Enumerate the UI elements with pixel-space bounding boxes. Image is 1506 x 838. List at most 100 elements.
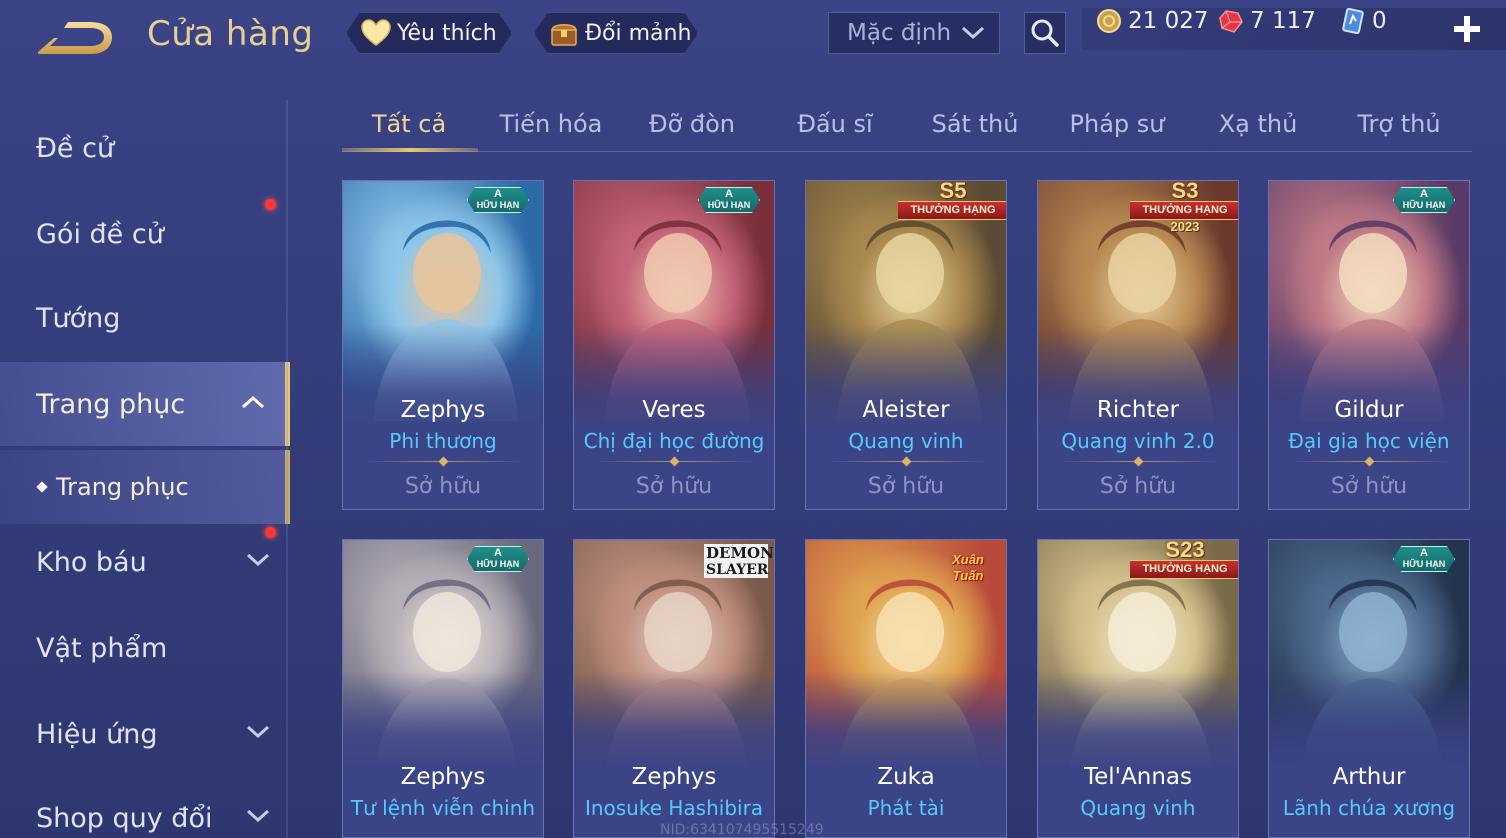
skin-badge: S3 THƯỞNG HẠNG 2023 [1130, 181, 1238, 234]
hero-name: Zephys [400, 397, 486, 423]
skin-badge: A HỮU HẠN [467, 546, 529, 572]
skin-card[interactable]: S3 THƯỞNG HẠNG 2023 Richter Quang vinh 2.0 Sở… [1037, 180, 1239, 510]
sidebar-divider [286, 100, 288, 838]
ruby-amount: 7 117 [1250, 8, 1316, 34]
skin-badge: A HỮU HẠN [1393, 546, 1455, 572]
skin-card[interactable]: A HỮU HẠN Veres Chị đại học đường Sở hữu [573, 180, 775, 510]
hero-name: Zephys [631, 764, 717, 790]
skin-name: Phi thương [389, 429, 497, 453]
sidebar-item-featured-bundles[interactable]: Gói đề cử [0, 192, 290, 276]
skin-name: Phát tài [867, 796, 945, 820]
tab-all[interactable]: Tất cả [340, 96, 478, 152]
badge-bottom-text: HỮU HẠN [476, 200, 520, 210]
voucher-amount: 0 [1372, 8, 1387, 34]
tab-fighter[interactable]: Đấu sĩ [774, 96, 896, 152]
page-title: Cửa hàng [147, 14, 314, 54]
skin-name: Đại gia học viện [1288, 429, 1450, 453]
tab-label: Pháp sư [1069, 110, 1165, 138]
ownership-status: Sở hữu [1099, 474, 1177, 499]
tab-support[interactable]: Trợ thủ [1340, 96, 1458, 152]
hero-name: Aleister [862, 397, 950, 423]
skin-badge: S5 THƯỞNG HẠNG [898, 181, 1006, 221]
treasure-chest-icon [549, 18, 579, 48]
ownership-status: Sở hữu [635, 474, 713, 499]
skin-name: Quang vinh [1080, 796, 1196, 820]
search-icon [1031, 19, 1059, 47]
skin-badge: Xuân Tuấn [936, 544, 1000, 588]
sidebar-item-skins[interactable]: Trang phục [0, 362, 290, 446]
skin-card[interactable]: DEMON SLAYER Zephys Inosuke Hashibira [573, 539, 775, 838]
badge-bottom-text: THƯỞNG HẠNG [898, 201, 1006, 220]
badge-top-text: S23 [1165, 539, 1205, 562]
tab-evolution[interactable]: Tiến hóa [488, 96, 614, 152]
skin-card[interactable]: Xuân Tuấn Zuka Phát tài [805, 539, 1007, 838]
skin-name: Inosuke Hashibira [584, 796, 764, 820]
voucher-balance: 0 [1340, 8, 1387, 34]
tab-mage[interactable]: Pháp sư [1054, 96, 1180, 152]
favorite-button[interactable]: Yêu thích [346, 12, 512, 54]
category-tabs: Tất cả Tiến hóa Đỡ đòn Đấu sĩ Sát thủ Ph… [340, 96, 1472, 154]
tab-label: Đấu sĩ [797, 110, 873, 138]
sidebar-item-effects[interactable]: Hiệu ứng [0, 692, 290, 776]
sidebar-item-featured[interactable]: Đề cử [0, 106, 290, 190]
favorite-label: Yêu thích [397, 20, 497, 46]
badge-year-text: 2023 [1170, 219, 1200, 234]
gold-amount: 21 027 [1128, 8, 1209, 34]
skin-badge: S23 THƯỞNG HẠNG [1130, 539, 1238, 580]
skin-card[interactable]: A HỮU HẠN Gildur Đại gia học viện Sở hữu [1268, 180, 1470, 510]
tab-marksman[interactable]: Xạ thủ [1202, 96, 1314, 152]
sort-dropdown[interactable]: Mặc định [828, 12, 1000, 54]
plus-icon[interactable] [1452, 14, 1482, 44]
skin-card[interactable]: A HỮU HẠN Zephys Tư lệnh viễn chinh [342, 539, 544, 838]
badge-bottom-text: HỮU HẠN [476, 559, 520, 569]
sidebar-item-label: Kho báu [36, 546, 147, 578]
badge-top-text: A [494, 547, 502, 559]
chevron-down-icon [961, 26, 985, 40]
tab-label: Đỡ đòn [648, 110, 736, 138]
sidebar-item-label: Trang phục [36, 388, 186, 420]
tab-tank[interactable]: Đỡ đòn [632, 96, 752, 152]
back-arrow-icon[interactable] [34, 18, 116, 60]
exchange-label: Đổi mảnh [585, 20, 692, 46]
tab-label: Trợ thủ [1357, 110, 1441, 138]
chevron-down-icon [246, 725, 270, 739]
ruby-balance: 7 117 [1218, 8, 1316, 34]
sidebar-item-treasure[interactable]: Kho báu [0, 520, 290, 604]
badge-bottom-text: SLAYER [704, 562, 769, 578]
badge-top-text: A [1420, 547, 1428, 559]
skin-card[interactable]: S5 THƯỞNG HẠNG Aleister Quang vinh Sở hữu [805, 180, 1007, 510]
sort-selected-value: Mặc định [847, 20, 952, 46]
skin-name: Quang vinh 2.0 [1061, 429, 1215, 453]
skin-name: Lãnh chúa xương [1282, 796, 1456, 820]
tab-assassin[interactable]: Sát thủ [914, 96, 1036, 152]
ruby-icon [1219, 10, 1243, 33]
voucher-icon [1342, 8, 1364, 34]
search-button[interactable] [1024, 12, 1066, 54]
exchange-shards-button[interactable]: Đổi mảnh [534, 12, 698, 54]
sidebar-item-label: Shop quy đổi [36, 802, 213, 834]
sidebar-item-heroes[interactable]: Tướng [0, 276, 290, 360]
skin-card[interactable]: A HỮU HẠN Zephys Phi thương Sở hữu [342, 180, 544, 510]
sidebar-item-label: Đề cử [36, 132, 115, 164]
skin-card[interactable]: S23 THƯỞNG HẠNG Tel'Annas Quang vinh [1037, 539, 1239, 838]
tab-label: Tiến hóa [499, 110, 603, 138]
gold-balance: 21 027 [1096, 8, 1208, 34]
tab-label: Tất cả [371, 110, 447, 138]
hero-name: Zephys [400, 764, 486, 790]
badge-bottom-text: HỮU HẠN [707, 200, 751, 210]
ownership-status: Sở hữu [1330, 474, 1408, 499]
hero-name: Gildur [1334, 397, 1404, 423]
badge-top-text: A [494, 188, 502, 200]
skin-badge: DEMON SLAYER [704, 544, 774, 588]
sidebar-item-exchange-shop[interactable]: Shop quy đổi [0, 776, 290, 838]
hero-name: Veres [642, 397, 706, 423]
ownership-status: Sở hữu [404, 474, 482, 499]
sidebar-item-items[interactable]: Vật phẩm [0, 606, 290, 690]
badge-bottom-text: HỮU HẠN [1402, 559, 1446, 569]
hero-name: Richter [1096, 397, 1180, 423]
sidebar-subitem-skins[interactable]: Trang phục [0, 450, 290, 524]
skin-card[interactable]: A HỮU HẠN Arthur Lãnh chúa xương [1268, 539, 1470, 838]
badge-bottom-text: THƯỞNG HẠNG [1130, 201, 1238, 220]
chevron-up-icon [241, 395, 265, 409]
chevron-down-icon [246, 553, 270, 567]
